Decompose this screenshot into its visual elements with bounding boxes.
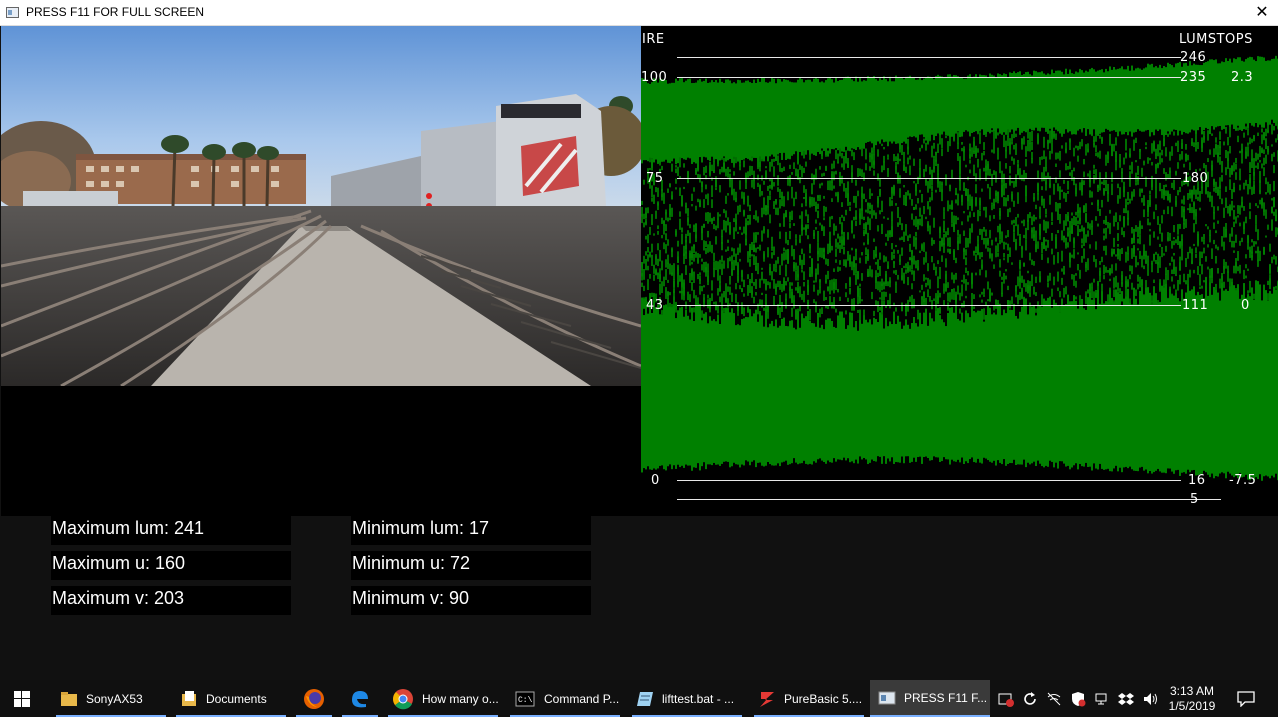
clock-time: 3:13 AM xyxy=(1169,684,1215,698)
min-v-readout: Minimum v: 90 xyxy=(351,586,591,615)
waveform-trace xyxy=(641,55,1278,481)
taskbar-item-sonyax53[interactable]: SonyAX53 xyxy=(52,680,170,717)
lum-label-180: 180 xyxy=(1182,171,1209,186)
ire-label-0: 0 xyxy=(651,473,660,488)
graticule-line-246 xyxy=(677,57,1181,58)
purebasic-icon xyxy=(760,691,774,707)
video-image xyxy=(1,26,641,386)
ire-label-75: 75 xyxy=(646,171,664,186)
documents-icon xyxy=(182,690,196,706)
folder-icon xyxy=(61,691,77,706)
window-title: PRESS F11 FOR FULL SCREEN xyxy=(26,5,205,19)
taskbar-item-label: lifttest.bat - ... xyxy=(662,691,735,706)
taskbar-item-purebasic[interactable]: PureBasic 5.... xyxy=(750,680,868,717)
taskbar-item-label: SonyAX53 xyxy=(86,691,143,706)
clock-date: 1/5/2019 xyxy=(1168,699,1216,713)
taskbar-item-label: Command P... xyxy=(544,691,620,706)
graticule-line-16 xyxy=(677,480,1181,481)
system-clock[interactable]: 3:13 AM 1/5/2019 xyxy=(1166,684,1218,714)
graticule-line-111 xyxy=(677,305,1181,306)
security-center-icon[interactable] xyxy=(998,691,1014,707)
lum-label-5: 5 xyxy=(1190,492,1199,507)
lum-label-16: 16 xyxy=(1188,473,1206,488)
taskbar-item-notepad[interactable]: lifttest.bat - ... xyxy=(628,680,746,717)
volume-icon[interactable] xyxy=(1142,691,1158,707)
waveform-scope: IRE LUMSTOPS 246 100 235 2.3 75 180 43 1… xyxy=(641,26,1278,516)
edge-icon xyxy=(352,690,368,707)
close-button[interactable]: ✕ xyxy=(1246,0,1278,26)
taskbar-item-documents[interactable]: Documents xyxy=(172,680,290,717)
stops-label-0: 0 xyxy=(1241,298,1250,313)
taskbar-item-edge[interactable] xyxy=(338,680,382,717)
taskbar-item-scope-app[interactable]: PRESS F11 F... xyxy=(870,680,990,717)
firefox-icon xyxy=(304,688,324,709)
sync-icon[interactable] xyxy=(1022,691,1038,707)
graticule-line-5 xyxy=(677,499,1221,500)
ire-label-100: 100 xyxy=(641,70,668,85)
app-window: PRESS F11 FOR FULL SCREEN ✕ IRE LUMSTOPS… xyxy=(0,0,1278,680)
stops-label-neg-7-5: -7.5 xyxy=(1229,473,1257,488)
lumstops-header: LUMSTOPS xyxy=(1179,32,1253,47)
app-window-icon xyxy=(6,7,19,18)
start-button[interactable] xyxy=(0,680,44,717)
min-u-readout: Minimum u: 72 xyxy=(351,551,591,580)
ire-header: IRE xyxy=(642,32,665,47)
max-u-readout: Maximum u: 160 xyxy=(51,551,291,580)
stops-label-2-3: 2.3 xyxy=(1231,70,1254,85)
title-bar[interactable]: PRESS F11 FOR FULL SCREEN ✕ xyxy=(0,0,1278,26)
defender-shield-icon[interactable] xyxy=(1070,691,1086,707)
video-letterbox xyxy=(1,386,641,516)
network-disconnected-icon[interactable] xyxy=(1046,691,1062,707)
taskbar-item-label: PureBasic 5.... xyxy=(784,691,863,706)
notepad-icon xyxy=(637,691,653,706)
lum-label-235: 235 xyxy=(1180,70,1207,85)
taskbar-item-command-prompt[interactable]: C:\ Command P... xyxy=(506,680,624,717)
system-tray xyxy=(994,680,1162,717)
taskbar-item-label: Documents xyxy=(206,691,267,706)
graticule-line-235 xyxy=(677,77,1181,78)
graticule-line-180 xyxy=(677,178,1181,179)
dropbox-icon[interactable] xyxy=(1118,691,1134,707)
network-icon[interactable] xyxy=(1094,691,1110,707)
cmd-icon: C:\ xyxy=(515,691,535,706)
windows-logo-icon xyxy=(14,690,30,707)
taskbar-item-label: How many o... xyxy=(422,691,499,706)
video-frame xyxy=(1,26,641,386)
action-center-button[interactable] xyxy=(1228,680,1264,717)
min-lum-readout: Minimum lum: 17 xyxy=(351,516,591,545)
taskbar: SonyAX53 Documents How many o... C:\ Com… xyxy=(0,680,1278,717)
taskbar-item-firefox[interactable] xyxy=(292,680,336,717)
lum-label-111: 111 xyxy=(1182,298,1209,313)
svg-text:C:\: C:\ xyxy=(518,696,533,705)
taskbar-item-label: PRESS F11 F... xyxy=(904,690,988,705)
app-window-icon xyxy=(878,691,896,704)
lum-label-246: 246 xyxy=(1180,50,1207,65)
max-lum-readout: Maximum lum: 241 xyxy=(51,516,291,545)
notification-icon xyxy=(1237,690,1255,707)
chrome-icon xyxy=(393,688,413,709)
taskbar-item-chrome[interactable]: How many o... xyxy=(384,680,502,717)
max-v-readout: Maximum v: 203 xyxy=(51,586,291,615)
ire-label-43: 43 xyxy=(646,298,664,313)
